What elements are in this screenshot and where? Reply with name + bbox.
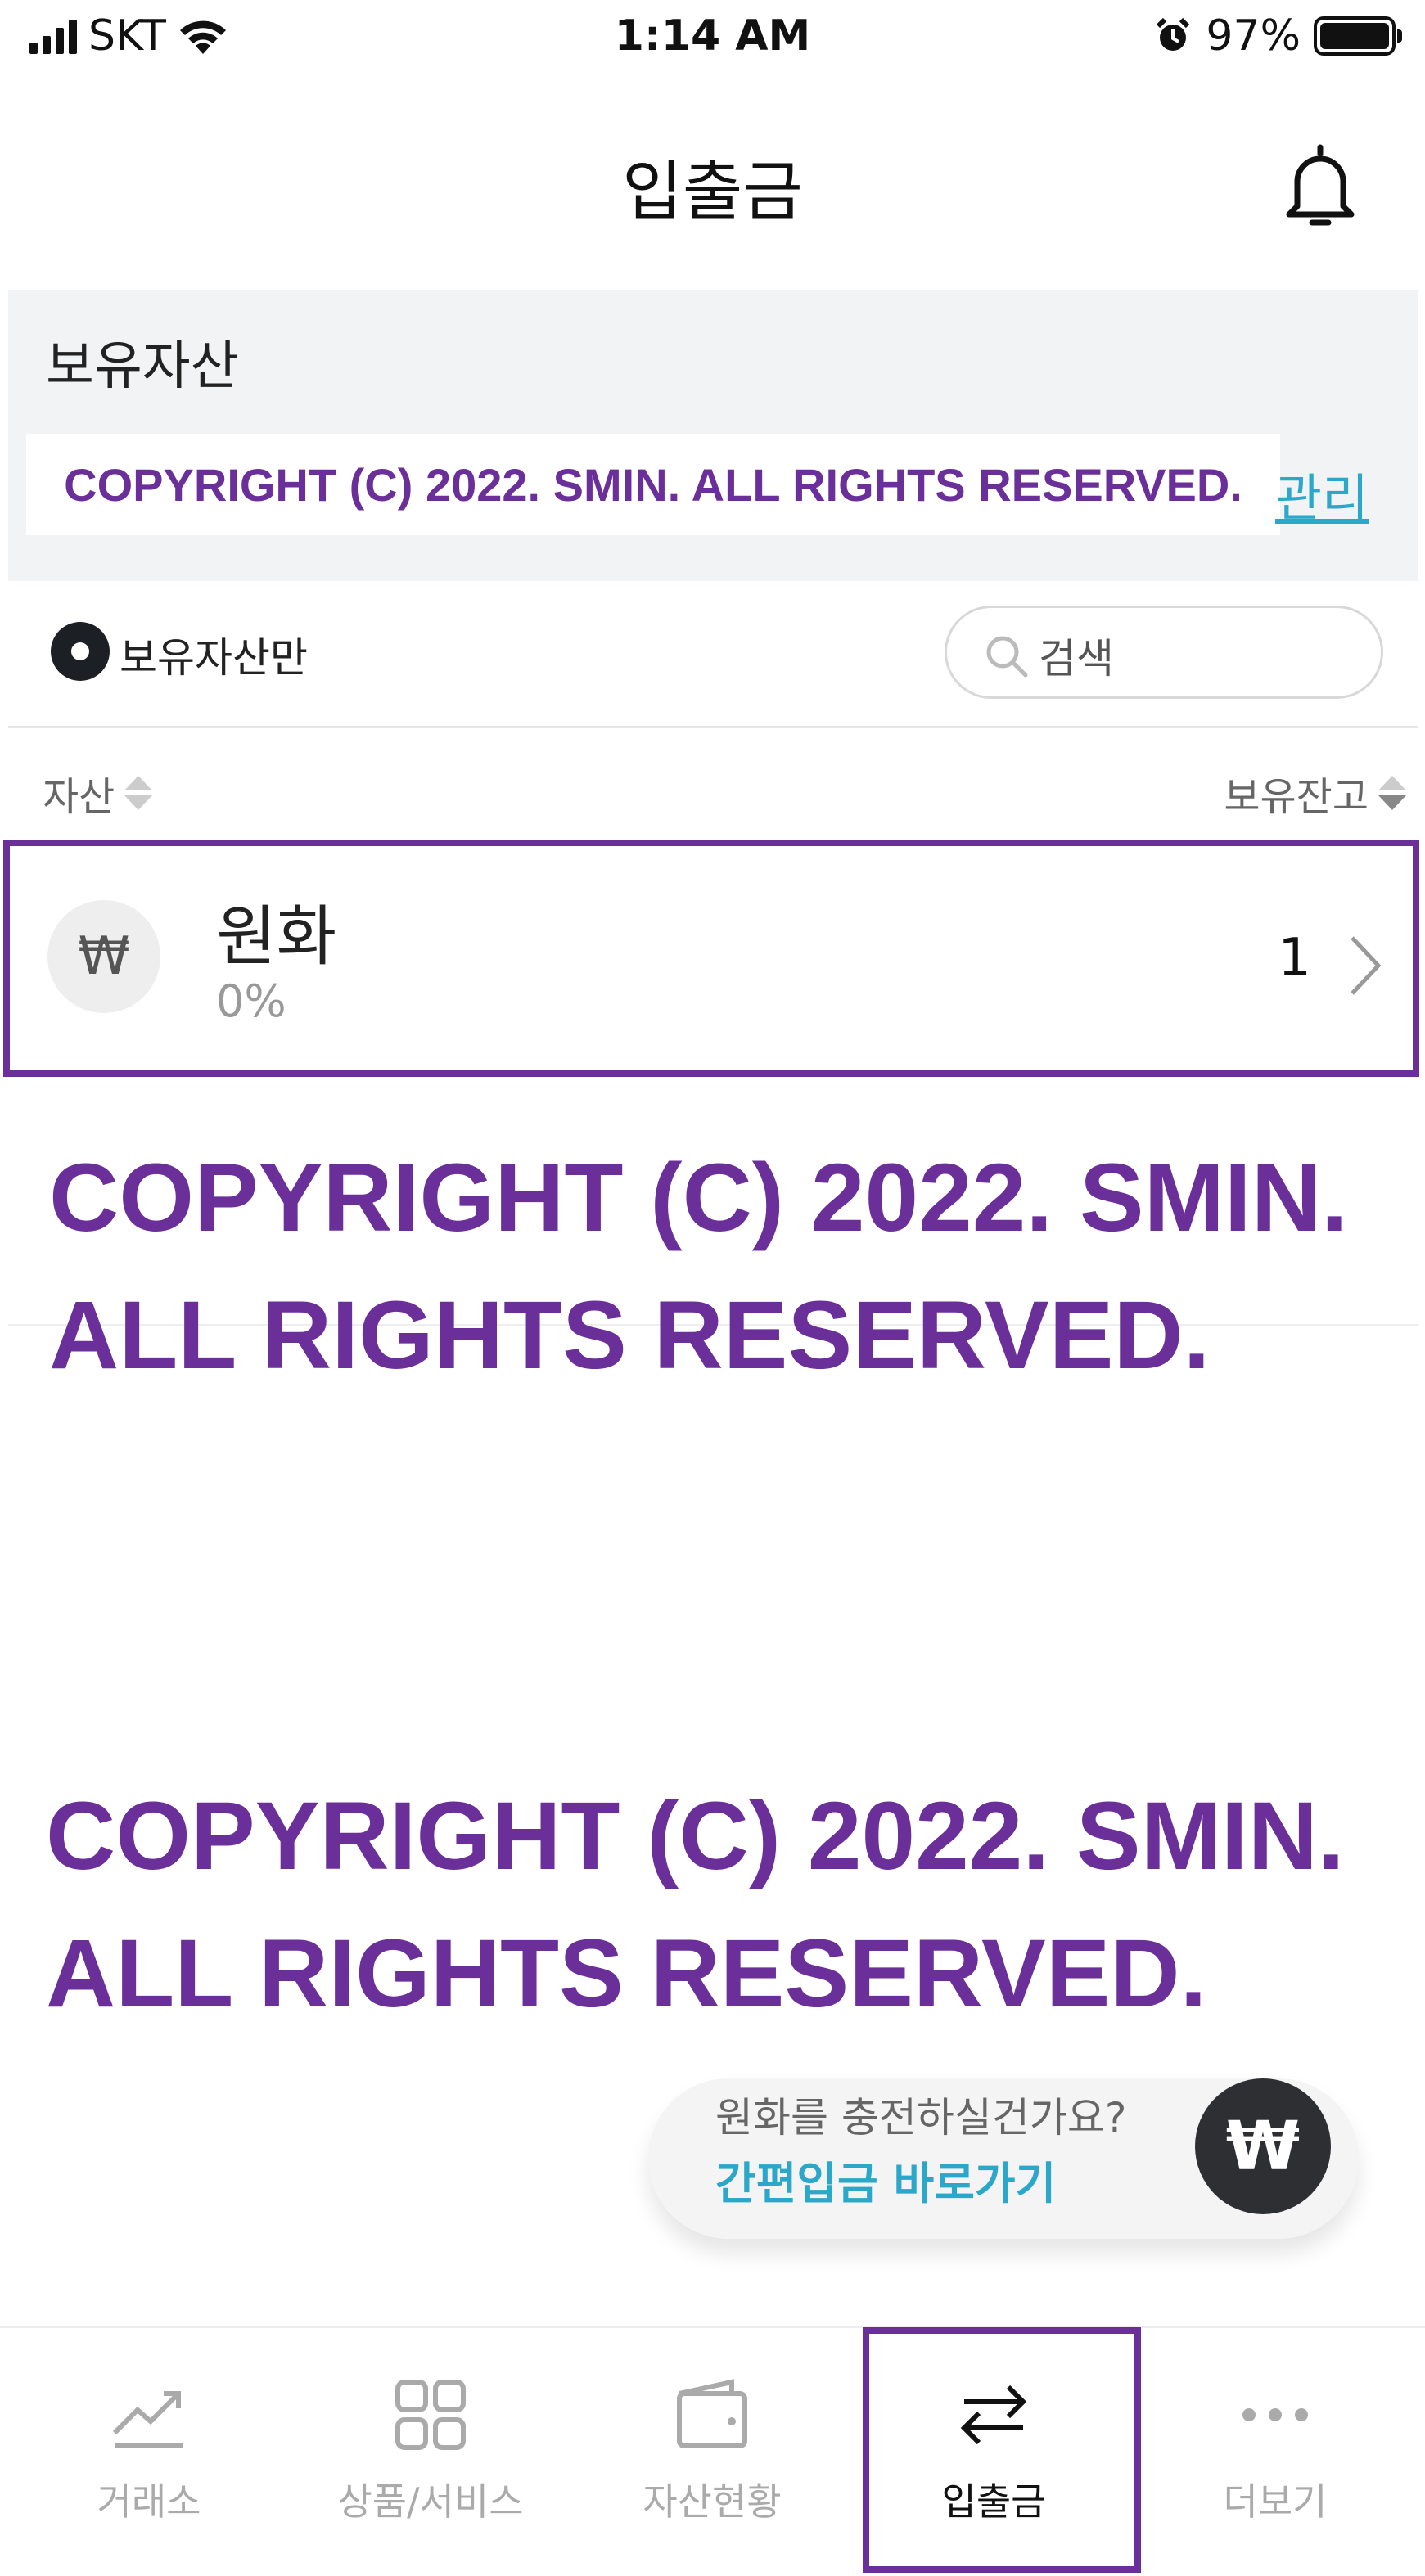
tab-more[interactable]: 더보기: [1133, 2328, 1418, 2576]
asset-name: 원화: [216, 898, 337, 975]
search-input[interactable]: 검색: [945, 606, 1383, 699]
grid-icon: [395, 2380, 466, 2450]
tab-label: 자산현황: [643, 2479, 782, 2524]
watermark-line: ALL RIGHTS RESERVED.: [46, 1920, 1207, 2028]
nav-header: 입출금: [0, 106, 1425, 270]
watermark-line: COPYRIGHT (C) 2022. SMIN.: [49, 1144, 1348, 1252]
search-placeholder: 검색: [1039, 635, 1114, 682]
chevron-right-icon: [1351, 936, 1382, 995]
sort-arrows-icon: [124, 774, 153, 812]
holdings-only-radio[interactable]: [51, 622, 110, 681]
asset-percent: 0%: [216, 975, 286, 1027]
tab-label: 거래소: [97, 2479, 201, 2524]
deposit-prompt-card[interactable]: 원화를 충전하실건가요? 간편입금 바로가기 ₩: [648, 2078, 1359, 2239]
tab-label: 더보기: [1223, 2479, 1328, 2524]
quick-deposit-button[interactable]: ₩: [1195, 2078, 1331, 2214]
more-dots-icon: [1242, 2408, 1308, 2421]
watermark-line: COPYRIGHT (C) 2022. SMIN.: [46, 1782, 1345, 1890]
holdings-only-label[interactable]: 보유자산만: [120, 625, 308, 684]
quick-deposit-link[interactable]: 간편입금 바로가기: [715, 2147, 1056, 2212]
page-title: 입출금: [622, 154, 803, 230]
active-tab-highlight: [863, 2327, 1141, 2573]
list-item[interactable]: ₩ 원화 0% 1: [3, 840, 1419, 1077]
tab-assets[interactable]: 자산현황: [570, 2328, 855, 2576]
watermark-line: ALL RIGHTS RESERVED.: [49, 1281, 1211, 1389]
search-icon: [986, 636, 1028, 678]
column-asset-label: 자산: [43, 774, 115, 820]
sort-balance[interactable]: 보유잔고: [1224, 764, 1406, 822]
manage-link[interactable]: 관리: [1275, 457, 1369, 530]
copyright-watermark: COPYRIGHT (C) 2022. SMIN. ALL RIGHTS RES…: [49, 1129, 1348, 1404]
sort-arrows-icon: [1378, 774, 1406, 812]
copyright-text: COPYRIGHT (C) 2022. SMIN. ALL RIGHTS RES…: [64, 458, 1242, 511]
status-bar: SKT 1:14 AM 97%: [0, 0, 1425, 79]
asset-balance: 1: [1278, 928, 1311, 989]
sort-asset[interactable]: 자산: [43, 764, 153, 822]
trend-chart-icon: [112, 2391, 183, 2448]
alarm-icon: [1157, 17, 1190, 51]
bell-icon[interactable]: [1279, 141, 1361, 231]
tab-products[interactable]: 상품/서비스: [288, 2328, 573, 2576]
column-balance-label: 보유잔고: [1224, 774, 1369, 820]
holdings-title: 보유자산: [46, 336, 239, 397]
column-header: 자산 보유잔고: [8, 736, 1418, 835]
copyright-banner: COPYRIGHT (C) 2022. SMIN. ALL RIGHTS RES…: [26, 434, 1280, 535]
filter-row: 보유자산만 검색: [8, 581, 1418, 728]
battery-icon: [1314, 16, 1402, 56]
battery-percent: 97%: [1206, 11, 1301, 61]
status-right: 97%: [1153, 11, 1402, 61]
holdings-panel: 보유자산 COPYRIGHT (C) 2022. SMIN. ALL RIGHT…: [8, 290, 1418, 581]
copyright-watermark: COPYRIGHT (C) 2022. SMIN. ALL RIGHTS RES…: [46, 1768, 1345, 2042]
wallet-icon: [677, 2379, 747, 2448]
deposit-question: 원화를 충전하실건가요?: [715, 2094, 1127, 2141]
tab-label: 상품/서비스: [337, 2479, 524, 2524]
tab-bar: 거래소 상품/서비스 자산현황 입출금 더보기: [0, 2326, 1425, 2576]
won-currency-icon: ₩: [47, 900, 160, 1013]
tab-exchange[interactable]: 거래소: [7, 2328, 291, 2576]
